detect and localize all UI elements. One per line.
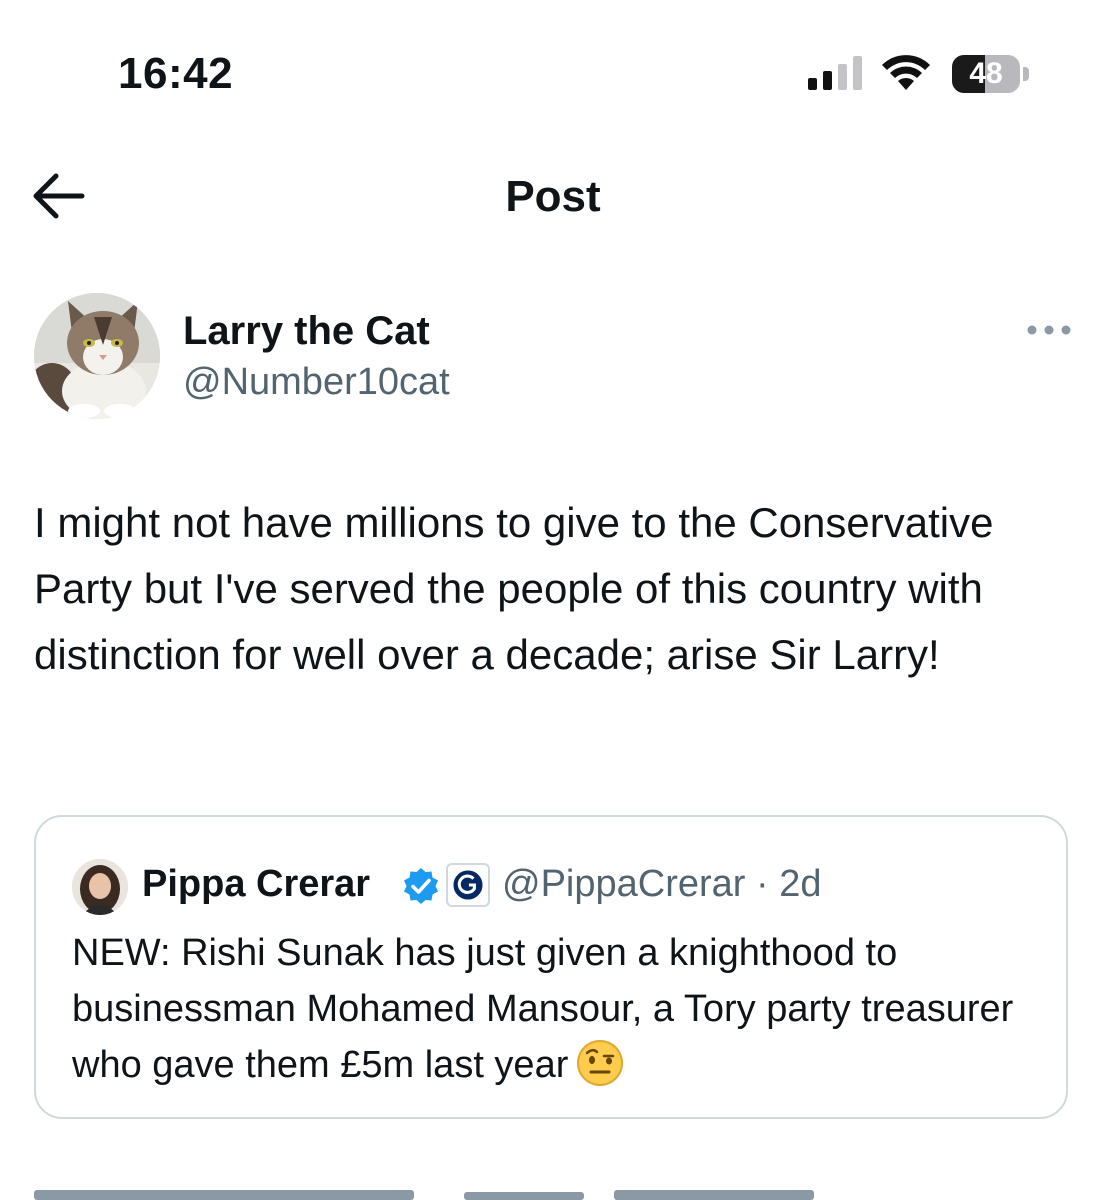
quoted-post[interactable]: Pippa Crerar @PippaCrerar · 2d NEW: Rish… xyxy=(34,815,1068,1119)
quote-author-name: Pippa Crerar xyxy=(142,863,371,905)
cat-photo xyxy=(34,293,160,419)
arrow-left-icon[interactable] xyxy=(28,170,88,222)
post-timestamp-cutoff xyxy=(34,1186,1074,1200)
post-text: I might not have millions to give to the… xyxy=(34,499,994,678)
more-dots-icon[interactable] xyxy=(1024,316,1074,344)
verified-badge-icon xyxy=(404,868,438,904)
face-with-raised-eyebrow-emoji xyxy=(577,1040,624,1086)
status-time: 16:42 xyxy=(118,49,234,98)
status-bar: 16:42 48 xyxy=(0,0,1106,120)
battery-icon: 48 xyxy=(952,52,1032,96)
signal-icon xyxy=(808,56,862,90)
quote-text-body: NEW: Rishi Sunak has just given a knight… xyxy=(72,932,1014,1086)
page-title: Post xyxy=(505,172,601,221)
battery-percentage: 48 xyxy=(969,57,1003,90)
guardian-g-icon xyxy=(446,863,490,907)
author-handle[interactable]: @Number10cat xyxy=(183,358,450,406)
author-name[interactable]: Larry the Cat xyxy=(183,306,430,356)
cutoff-text-fragment xyxy=(34,1190,814,1200)
battery-cap xyxy=(1023,67,1029,81)
quote-handle-time: @PippaCrerar · 2d xyxy=(502,863,822,905)
wifi-icon xyxy=(882,55,930,90)
header: Post xyxy=(0,150,1106,245)
quote-text: NEW: Rishi Sunak has just given a knight… xyxy=(72,925,1032,1093)
battery-body: 48 xyxy=(952,55,1020,93)
avatar[interactable] xyxy=(34,293,160,419)
quote-avatar xyxy=(72,859,128,915)
person-photo xyxy=(72,859,128,915)
